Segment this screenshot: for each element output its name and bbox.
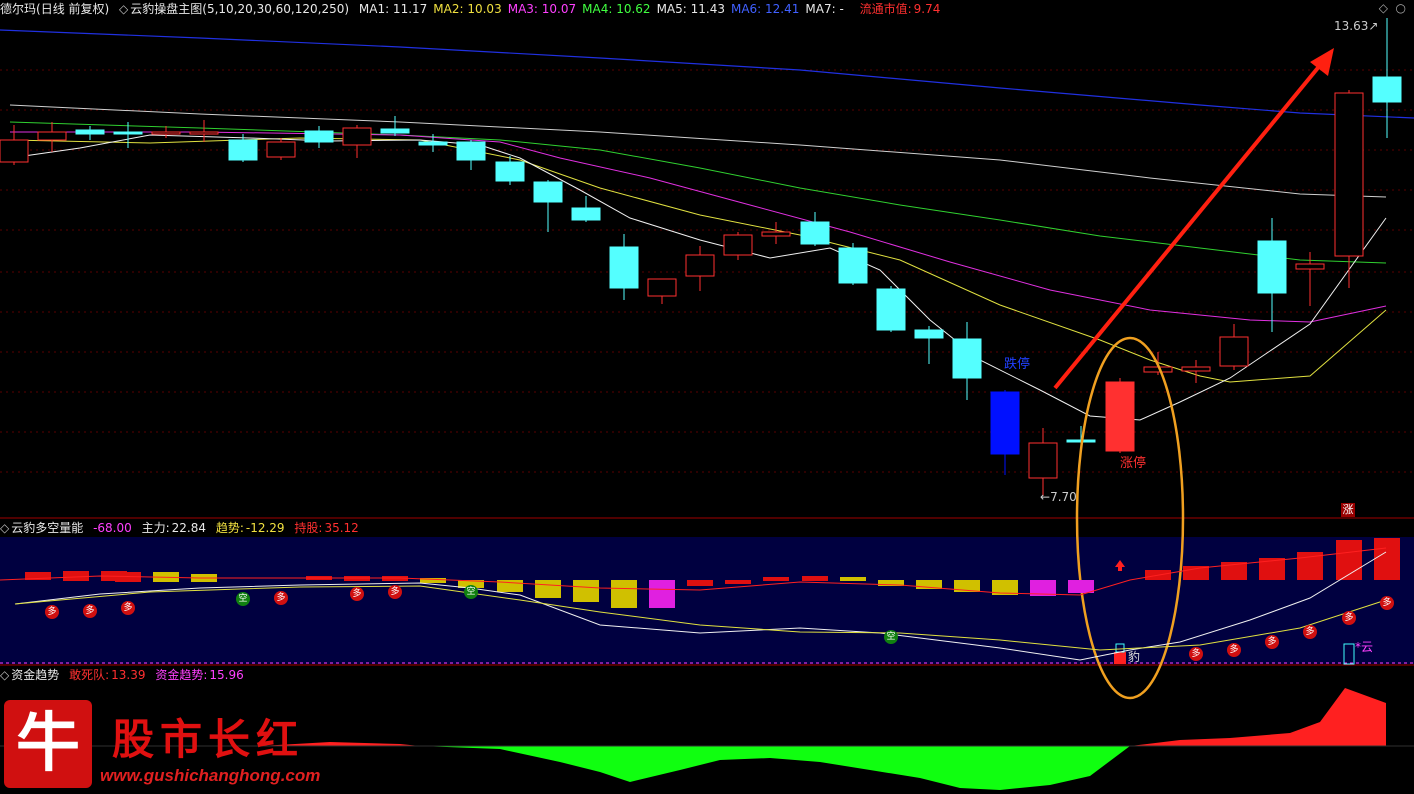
qushi-value: -12.29 [245, 521, 285, 535]
volume-energy-bar [1374, 538, 1400, 580]
volume-energy-bar [573, 580, 599, 602]
candle[interactable] [647, 278, 677, 304]
ma4-line [9, 121, 1387, 264]
volume-energy-bar [725, 580, 751, 584]
watermark-url: www.gushichanghong.com [100, 766, 321, 785]
bottom-settings-icon[interactable]: ◇ [0, 668, 9, 682]
ma6-line [0, 29, 1414, 119]
candle[interactable] [37, 122, 67, 152]
long-signal-badge: 多 [1227, 643, 1241, 657]
candle[interactable] [533, 180, 563, 232]
low-price-label: ←7.70 [1040, 490, 1077, 504]
volume-energy-bar [535, 580, 561, 598]
bao-signal: 豹 [1128, 650, 1141, 664]
chigu-value: 35.12 [324, 521, 359, 535]
gansidui-label: 敢死队: [69, 668, 110, 682]
long-signal-badge: 多 [1342, 611, 1356, 625]
zijinqushi-value: 15.96 [209, 668, 244, 682]
candle[interactable] [1372, 18, 1402, 138]
limit-up-label: 涨停 [1120, 456, 1147, 471]
long-signal-badge: 多 [121, 601, 135, 615]
zhuli-label: 主力: [141, 521, 170, 535]
volume-energy-bar [649, 580, 675, 608]
long-signal-badge: 多 [45, 605, 59, 619]
chigu-label: 持股: [294, 521, 323, 535]
candle[interactable] [571, 196, 601, 222]
watermark-name: 股市长红 [112, 715, 305, 764]
ma1-line [9, 134, 1387, 421]
fund-trend-red-area [260, 688, 1386, 746]
long-signal-badge: 多 [1380, 596, 1394, 610]
qushi-label: 趋势: [215, 521, 244, 535]
high-price-label: 13.63↗ [1334, 19, 1379, 33]
buy-signal-square [1114, 652, 1126, 664]
short-signal-badge: 空 [236, 592, 250, 606]
fund-trend-green-area [240, 746, 1130, 790]
volume-energy-bar [802, 576, 828, 581]
candle[interactable] [75, 126, 105, 140]
watermark-logo: 牛 [4, 700, 92, 788]
volume-energy-bar [1183, 566, 1209, 580]
long-signal-badge: 多 [1265, 635, 1279, 649]
candle[interactable] [1105, 378, 1135, 453]
candle[interactable] [685, 246, 715, 291]
limit-down-label: 跌停 [1004, 357, 1031, 372]
short-signal-badge: 空 [464, 585, 478, 599]
mid-panel-title[interactable]: 云豹多空量能 [11, 521, 83, 535]
bottom-panel-header: ◇ 资金趋势 敢死队: 13.39 资金趋势: 15.96 [0, 666, 250, 684]
candle[interactable] [1028, 428, 1058, 496]
candle[interactable] [1257, 218, 1287, 332]
gansidui-value: 13.39 [111, 668, 146, 682]
trend-arrow [1053, 56, 1328, 390]
volume-energy-bar [687, 580, 713, 586]
candle[interactable] [0, 125, 29, 165]
limit-up-badge: 涨 [1341, 503, 1355, 517]
short-signal-badge: 空 [884, 630, 898, 644]
candle[interactable] [1181, 360, 1211, 383]
candle[interactable] [342, 125, 372, 158]
candle[interactable] [876, 286, 906, 332]
candle[interactable] [838, 243, 868, 285]
candle[interactable] [304, 126, 334, 148]
candle[interactable] [1219, 324, 1249, 370]
volume-energy-bar [1068, 580, 1094, 593]
long-signal-badge: 多 [274, 591, 288, 605]
bottom-panel-title[interactable]: 资金趋势 [11, 668, 59, 682]
long-signal-badge: 多 [388, 585, 402, 599]
long-signal-badge: 多 [350, 587, 364, 601]
candle[interactable] [1334, 90, 1364, 288]
ma3-line [10, 131, 1387, 323]
volume-energy-bar [63, 571, 89, 581]
candle[interactable] [609, 234, 639, 300]
ma5-line [9, 104, 1387, 198]
candle[interactable] [266, 138, 296, 160]
long-signal-badge: 多 [83, 604, 97, 618]
candle[interactable] [761, 222, 791, 244]
mid-panel-header: ◇ 云豹多空量能 -68.00 主力: 22.84 趋势: -12.29 持股: 35.… [0, 519, 365, 537]
zijinqushi-label: 资金趋势: [155, 668, 208, 682]
long-signal-badge: 多 [1303, 625, 1317, 639]
volume-energy-bar [611, 580, 637, 608]
volume-energy-bar [840, 577, 866, 581]
zhuli-value: 22.84 [171, 521, 206, 535]
volume-energy-bar [763, 577, 789, 581]
candle[interactable] [456, 140, 486, 170]
candle[interactable] [723, 232, 753, 260]
candle[interactable] [189, 120, 219, 142]
mid-settings-icon[interactable]: ◇ [0, 521, 9, 535]
candle[interactable] [380, 116, 410, 136]
yun-signal: *云 [1355, 640, 1374, 654]
candle[interactable] [952, 322, 982, 400]
candle[interactable] [800, 212, 830, 246]
candle[interactable] [914, 326, 944, 364]
candle[interactable] [990, 390, 1020, 475]
mid-value0: -68.00 [93, 521, 132, 535]
long-signal-badge: 多 [1189, 647, 1203, 661]
